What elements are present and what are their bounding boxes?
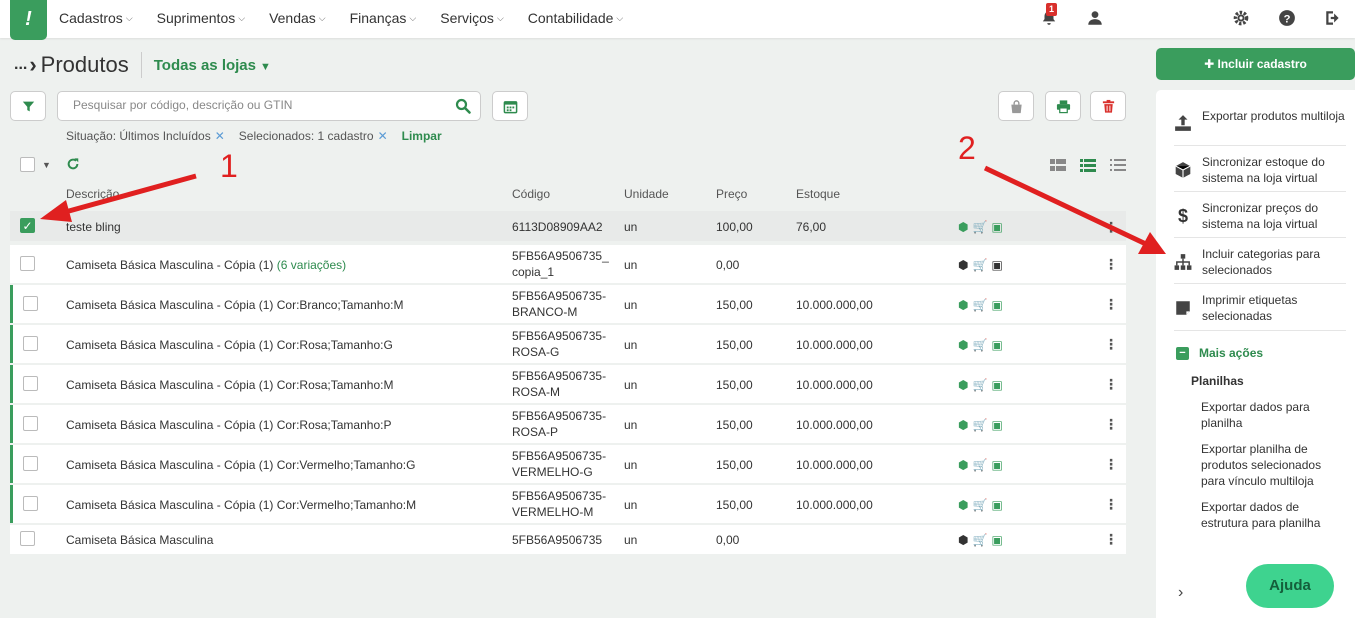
- annotation-number-2: 2: [958, 130, 976, 166]
- annotation-arrows: [40, 165, 1166, 254]
- annotation-number-1: 1: [220, 148, 238, 184]
- annotation-arrowhead-1: [40, 200, 72, 222]
- annotation-arrow-1: [57, 173, 197, 217]
- annotation-arrow-2: [983, 165, 1150, 248]
